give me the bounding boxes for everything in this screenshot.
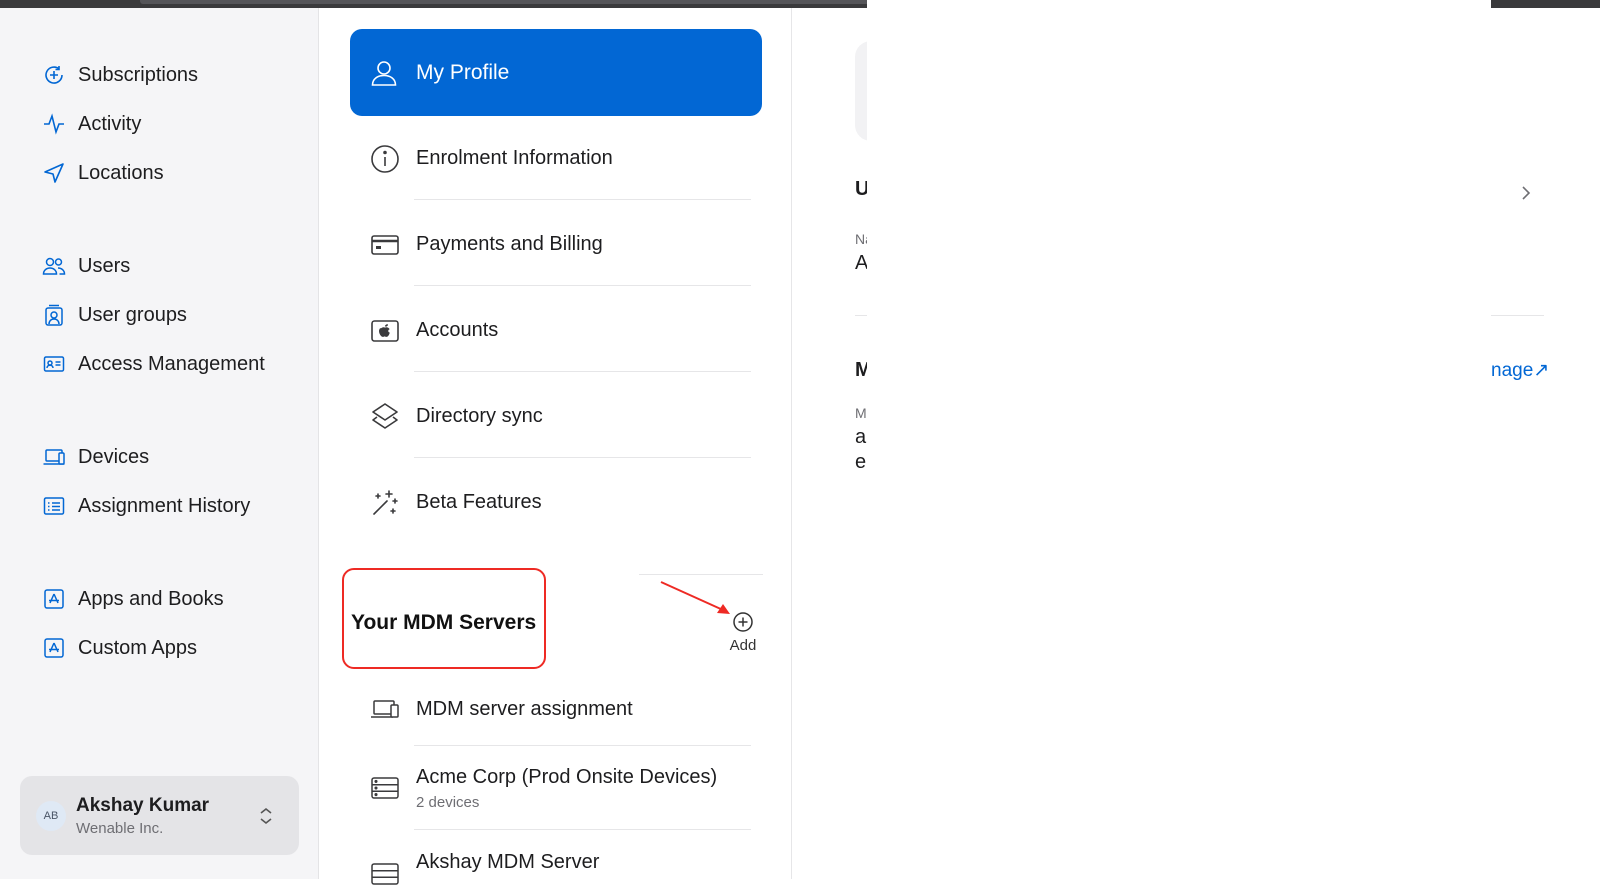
sidebar-item-users[interactable]: Users (40, 251, 130, 281)
menu-item-beta-features[interactable]: Beta Features (350, 459, 762, 546)
person-icon (368, 57, 400, 89)
sidebar-item-user-groups[interactable]: User groups (40, 300, 187, 330)
sidebar-item-access-management[interactable]: Access Management (40, 349, 265, 379)
menu-item-my-profile[interactable]: My Profile (350, 29, 762, 116)
info-icon (368, 142, 402, 176)
server-device-count: 2 devices (416, 793, 480, 811)
laptop-icon (40, 443, 68, 471)
preferences-list: My Profile Enrolment Information Payment… (319, 8, 792, 885)
sidebar-item-subscriptions[interactable]: Subscriptions (40, 60, 198, 90)
divider (414, 371, 751, 372)
title-bar-strip (140, 0, 880, 4)
directory-sync-icon (368, 400, 402, 434)
sidebar-item-label: Custom Apps (78, 636, 197, 659)
divider (414, 829, 751, 830)
sidebar-item-label: Subscriptions (78, 63, 199, 86)
subscriptions-icon (40, 61, 68, 89)
add-label: Add (729, 637, 757, 654)
activity-icon (40, 110, 68, 138)
mdm-server-row[interactable]: Acme Corp (Prod Onsite Devices) 2 device… (350, 748, 762, 828)
list-icon (40, 492, 68, 520)
user-groups-icon (40, 301, 68, 329)
sidebar-item-label: Apps and Books (78, 587, 224, 610)
menu-item-label: Directory sync (416, 405, 543, 427)
sidebar-item-label: Activity (78, 112, 142, 135)
account-info: Akshay Kumar Wenable Inc. (76, 795, 251, 837)
menu-item-label: My Profile (416, 60, 510, 84)
server-name: Acme Corp (Prod Onsite Devices) (416, 765, 718, 788)
sidebar-item-activity[interactable]: Activity (40, 109, 141, 139)
laptop-phone-icon (368, 692, 402, 726)
menu-item-label: Accounts (416, 319, 499, 341)
occluding-overlay (867, 0, 1491, 879)
id-card-icon (40, 350, 68, 378)
server-name: Akshay MDM Server (416, 851, 600, 873)
sidebar-item-assignment-history[interactable]: Assignment History (40, 491, 250, 521)
chevron-up-down-icon (251, 801, 281, 831)
sidebar-item-devices[interactable]: Devices (40, 442, 149, 472)
sidebar-item-label: User groups (78, 303, 187, 326)
divider (414, 457, 751, 458)
section-title-mdm-servers: Your MDM Servers (351, 611, 537, 634)
sidebar-item-label: Assignment History (78, 494, 251, 517)
app-store-icon (40, 634, 68, 662)
credit-card-icon (368, 228, 402, 262)
sidebar-item-locations[interactable]: Locations (40, 158, 164, 188)
menu-item-accounts[interactable]: Accounts (350, 287, 762, 374)
apple-account-icon (368, 314, 402, 348)
sidebar-item-apps-and-books[interactable]: Apps and Books (40, 584, 224, 614)
add-mdm-server-button[interactable]: Add (719, 611, 767, 654)
location-arrow-icon (40, 159, 68, 187)
chevron-right-icon[interactable] (1516, 183, 1536, 203)
manage-link[interactable]: nage↗ (1491, 359, 1549, 382)
server-icon (368, 771, 402, 805)
sidebar-item-label: Devices (78, 445, 150, 468)
divider (414, 745, 751, 746)
menu-item-payments-and-billing[interactable]: Payments and Billing (350, 201, 762, 288)
menu-item-directory-sync[interactable]: Directory sync (350, 373, 762, 460)
account-org: Wenable Inc. (76, 819, 164, 837)
menu-item-label: Enrolment Information (416, 147, 613, 169)
divider (414, 285, 751, 286)
menu-item-enrolment-information[interactable]: Enrolment Information (350, 115, 762, 202)
sidebar-item-label: Users (78, 254, 131, 277)
server-icon (368, 857, 402, 887)
account-name: Akshay Kumar (76, 794, 210, 816)
account-switcher[interactable]: AB Akshay Kumar Wenable Inc. (20, 776, 299, 855)
sidebar: Subscriptions Activity Locations Users U… (0, 8, 319, 879)
mdm-server-row[interactable]: Akshay MDM Server (350, 843, 762, 887)
avatar: AB (36, 800, 66, 831)
sidebar-item-label: Locations (78, 161, 164, 184)
users-icon (40, 252, 68, 280)
sidebar-item-custom-apps[interactable]: Custom Apps (40, 633, 197, 663)
divider (639, 574, 763, 575)
app-store-icon (40, 585, 68, 613)
sidebar-item-label: Access Management (78, 352, 265, 375)
server-name: MDM server assignment (416, 697, 633, 720)
sparkles-icon (368, 486, 402, 520)
plus-circle-icon (733, 612, 753, 632)
mdm-server-row[interactable]: MDM server assignment (350, 674, 762, 744)
menu-item-label: Payments and Billing (416, 233, 603, 255)
divider (414, 199, 751, 200)
menu-item-label: Beta Features (416, 491, 542, 513)
